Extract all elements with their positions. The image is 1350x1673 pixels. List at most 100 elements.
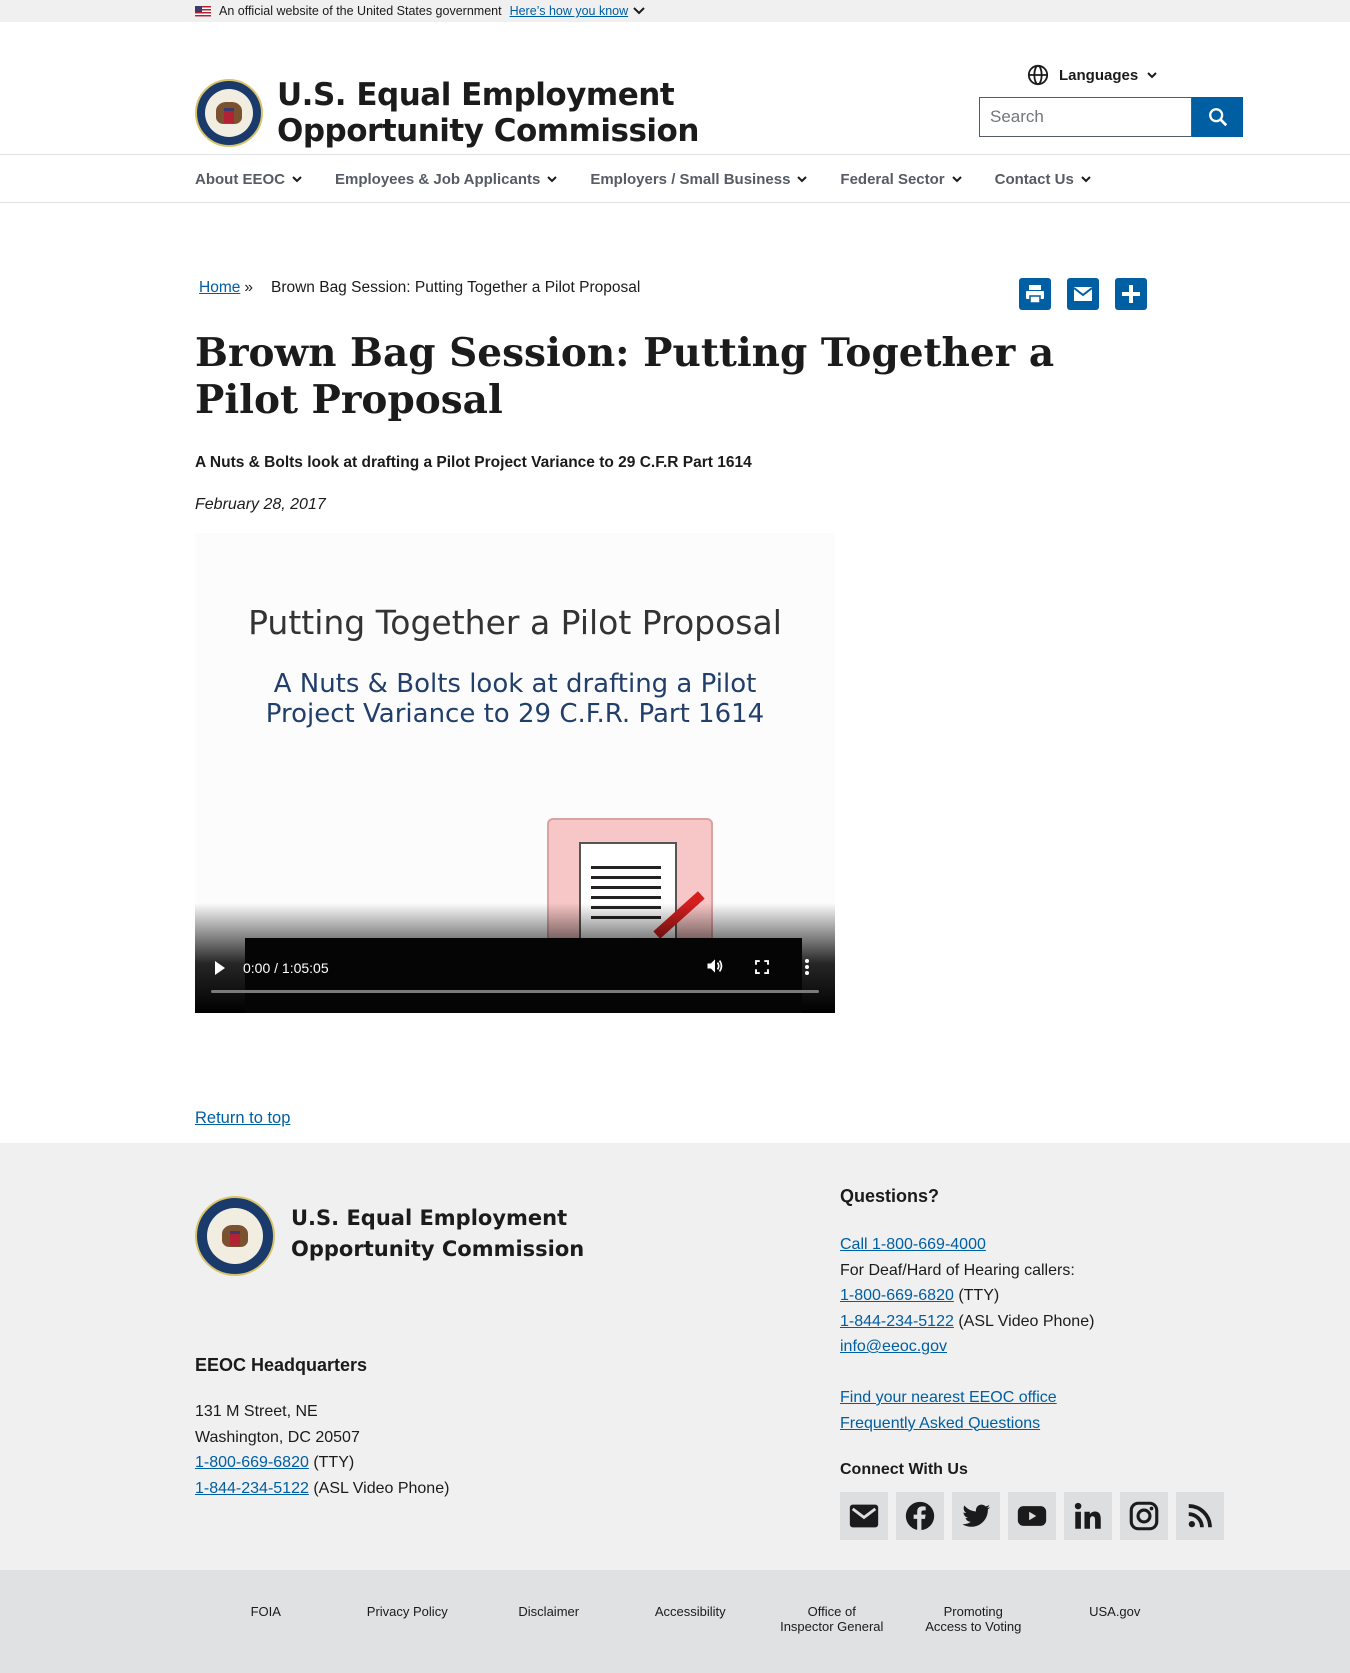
video-time: 0:00 / 1:05:05	[243, 960, 329, 976]
facebook-icon	[905, 1501, 935, 1531]
breadcrumb: Home » Brown Bag Session: Putting Togeth…	[199, 279, 640, 297]
hq-asl-phone-link[interactable]: 1-844-234-5122	[195, 1480, 309, 1497]
tty-suffix: (TTY)	[958, 1287, 1000, 1304]
heres-how-you-know-link[interactable]: Here’s how you know	[510, 4, 629, 18]
disclaimer-link[interactable]: Disclaimer	[478, 1604, 620, 1634]
mute-button[interactable]	[705, 956, 725, 976]
nav-item-employers[interactable]: Employers / Small Business	[590, 171, 808, 188]
tty-suffix: (TTY)	[313, 1454, 355, 1471]
usa-gov-link[interactable]: USA.gov	[1044, 1604, 1186, 1634]
nav-item-about-eeoc[interactable]: About EEOC	[195, 171, 303, 188]
footer-bottom-bar: FOIA Privacy Policy Disclaimer Accessibi…	[0, 1570, 1350, 1673]
nav-item-contact-us[interactable]: Contact Us	[995, 171, 1092, 188]
chevron-down-icon[interactable]	[632, 4, 646, 18]
fullscreen-icon	[755, 960, 769, 974]
deaf-callers-text: For Deaf/Hard of Hearing callers:	[840, 1261, 1075, 1279]
nav-label[interactable]: Contact Us	[995, 171, 1074, 188]
breadcrumb-home-link[interactable]: Home	[199, 279, 240, 297]
social-email-link[interactable]	[840, 1492, 888, 1540]
instagram-icon	[1129, 1501, 1159, 1531]
return-to-top-link[interactable]: Return to top	[195, 1109, 290, 1128]
footer-bottom-links: FOIA Privacy Policy Disclaimer Accessibi…	[195, 1604, 1186, 1634]
slide-subtitle-line1: A Nuts & Bolts look at drafting a Pilot	[273, 669, 757, 699]
print-icon	[1026, 285, 1044, 304]
nav-item-federal-sector[interactable]: Federal Sector	[840, 171, 962, 188]
nav-label[interactable]: Employers / Small Business	[590, 171, 790, 188]
print-button[interactable]	[1019, 278, 1051, 310]
chevron-down-icon	[951, 176, 962, 183]
footer-title-line1[interactable]: U.S. Equal Employment	[291, 1206, 567, 1230]
banner-content: An official website of the United States…	[195, 0, 646, 22]
site-title-line2[interactable]: Opportunity Commission	[277, 113, 699, 149]
us-flag-icon	[195, 5, 211, 17]
accessibility-link[interactable]: Accessibility	[620, 1604, 762, 1634]
play-button[interactable]	[213, 960, 227, 976]
social-instagram-link[interactable]	[1120, 1492, 1168, 1540]
email-share-button[interactable]	[1067, 278, 1099, 310]
more-options-button[interactable]	[804, 958, 810, 976]
play-icon	[215, 961, 225, 975]
chevron-down-icon	[797, 176, 808, 183]
access-to-voting-link[interactable]: Promoting Access to Voting	[903, 1604, 1045, 1634]
eeoc-seal-logo[interactable]	[195, 79, 263, 147]
search-icon	[1208, 108, 1227, 127]
social-rss-link[interactable]	[1176, 1492, 1224, 1540]
site-title[interactable]: U.S. Equal Employment Opportunity Commis…	[277, 77, 699, 149]
more-vertical-icon	[805, 959, 809, 975]
nav-label[interactable]: Federal Sector	[840, 171, 944, 188]
address-line2: Washington, DC 20507	[195, 1428, 360, 1446]
asl-suffix: (ASL Video Phone)	[958, 1312, 1095, 1330]
search-input[interactable]	[979, 97, 1192, 137]
connect-heading: Connect With Us	[840, 1461, 968, 1478]
search-button[interactable]	[1192, 97, 1243, 137]
share-more-button[interactable]	[1115, 278, 1147, 310]
page-subtitle: A Nuts & Bolts look at drafting a Pilot …	[195, 454, 752, 471]
asl-phone-link[interactable]: 1-844-234-5122	[840, 1313, 954, 1330]
social-twitter-link[interactable]	[952, 1492, 1000, 1540]
footer-title-line2[interactable]: Opportunity Commission	[291, 1237, 584, 1261]
nav-label[interactable]: About EEOC	[195, 171, 285, 188]
site-title-line1[interactable]: U.S. Equal Employment	[277, 77, 675, 113]
find-office-link[interactable]: Find your nearest EEOC office	[840, 1389, 1057, 1406]
questions-heading: Questions?	[840, 1186, 940, 1206]
publish-date: February 28, 2017	[195, 496, 326, 513]
linkedin-icon	[1074, 1502, 1101, 1529]
privacy-policy-link[interactable]: Privacy Policy	[337, 1604, 479, 1634]
official-banner: An official website of the United States…	[0, 0, 1350, 22]
footer-site-title[interactable]: U.S. Equal Employment Opportunity Commis…	[291, 1203, 584, 1265]
headquarters-address: 131 M Street, NE Washington, DC 20507 1-…	[195, 1399, 449, 1501]
languages-dropdown[interactable]: Languages	[1027, 64, 1158, 86]
nav-item-employees[interactable]: Employees & Job Applicants	[335, 171, 558, 188]
footer-eeoc-seal-logo[interactable]	[195, 1196, 275, 1276]
video-slide-title: Putting Together a Pilot Proposal	[248, 603, 782, 642]
inspector-general-link[interactable]: Office of Inspector General	[761, 1604, 903, 1634]
fullscreen-button[interactable]	[753, 958, 771, 976]
faq-link[interactable]: Frequently Asked Questions	[840, 1415, 1040, 1432]
site-header: U.S. Equal Employment Opportunity Commis…	[0, 22, 1350, 155]
headquarters-heading: EEOC Headquarters	[195, 1355, 368, 1375]
chevron-down-icon	[292, 176, 302, 183]
breadcrumb-current: Brown Bag Session: Putting Together a Pi…	[270, 279, 641, 296]
page-title: Brown Bag Session: Putting Together a Pi…	[195, 330, 1055, 423]
nav-list: About EEOC Employees & Job Applicants Em…	[195, 155, 1124, 203]
social-facebook-link[interactable]	[896, 1492, 944, 1540]
video-player[interactable]: Putting Together a Pilot Proposal A Nuts…	[195, 533, 835, 1013]
email-link[interactable]: info@eeoc.gov	[840, 1338, 947, 1355]
share-tools	[1019, 278, 1147, 310]
breadcrumb-separator: »	[244, 279, 253, 296]
social-linkedin-link[interactable]	[1064, 1492, 1112, 1540]
site-footer: U.S. Equal Employment Opportunity Commis…	[0, 1143, 1350, 1570]
video-progress-bar[interactable]	[211, 990, 819, 993]
asl-suffix: (ASL Video Phone)	[313, 1479, 450, 1497]
slide-subtitle-line2: Project Variance to 29 C.F.R. Part 1614	[265, 699, 765, 729]
tty-phone-link[interactable]: 1-800-669-6820	[840, 1287, 954, 1304]
social-youtube-link[interactable]	[1008, 1492, 1056, 1540]
foia-link[interactable]: FOIA	[195, 1604, 337, 1634]
address-line1: 131 M Street, NE	[195, 1403, 318, 1420]
main-content: Home » Brown Bag Session: Putting Togeth…	[0, 203, 1350, 1143]
email-icon	[1073, 287, 1093, 301]
plus-icon	[1122, 285, 1140, 303]
hq-tty-phone-link[interactable]: 1-800-669-6820	[195, 1454, 309, 1471]
nav-label[interactable]: Employees & Job Applicants	[335, 171, 540, 188]
call-link[interactable]: Call 1-800-669-4000	[840, 1236, 986, 1253]
